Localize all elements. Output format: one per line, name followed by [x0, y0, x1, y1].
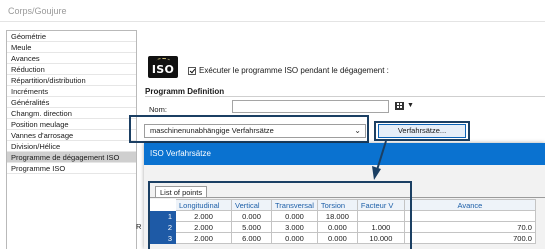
annotation-arrow-icon — [372, 140, 387, 180]
